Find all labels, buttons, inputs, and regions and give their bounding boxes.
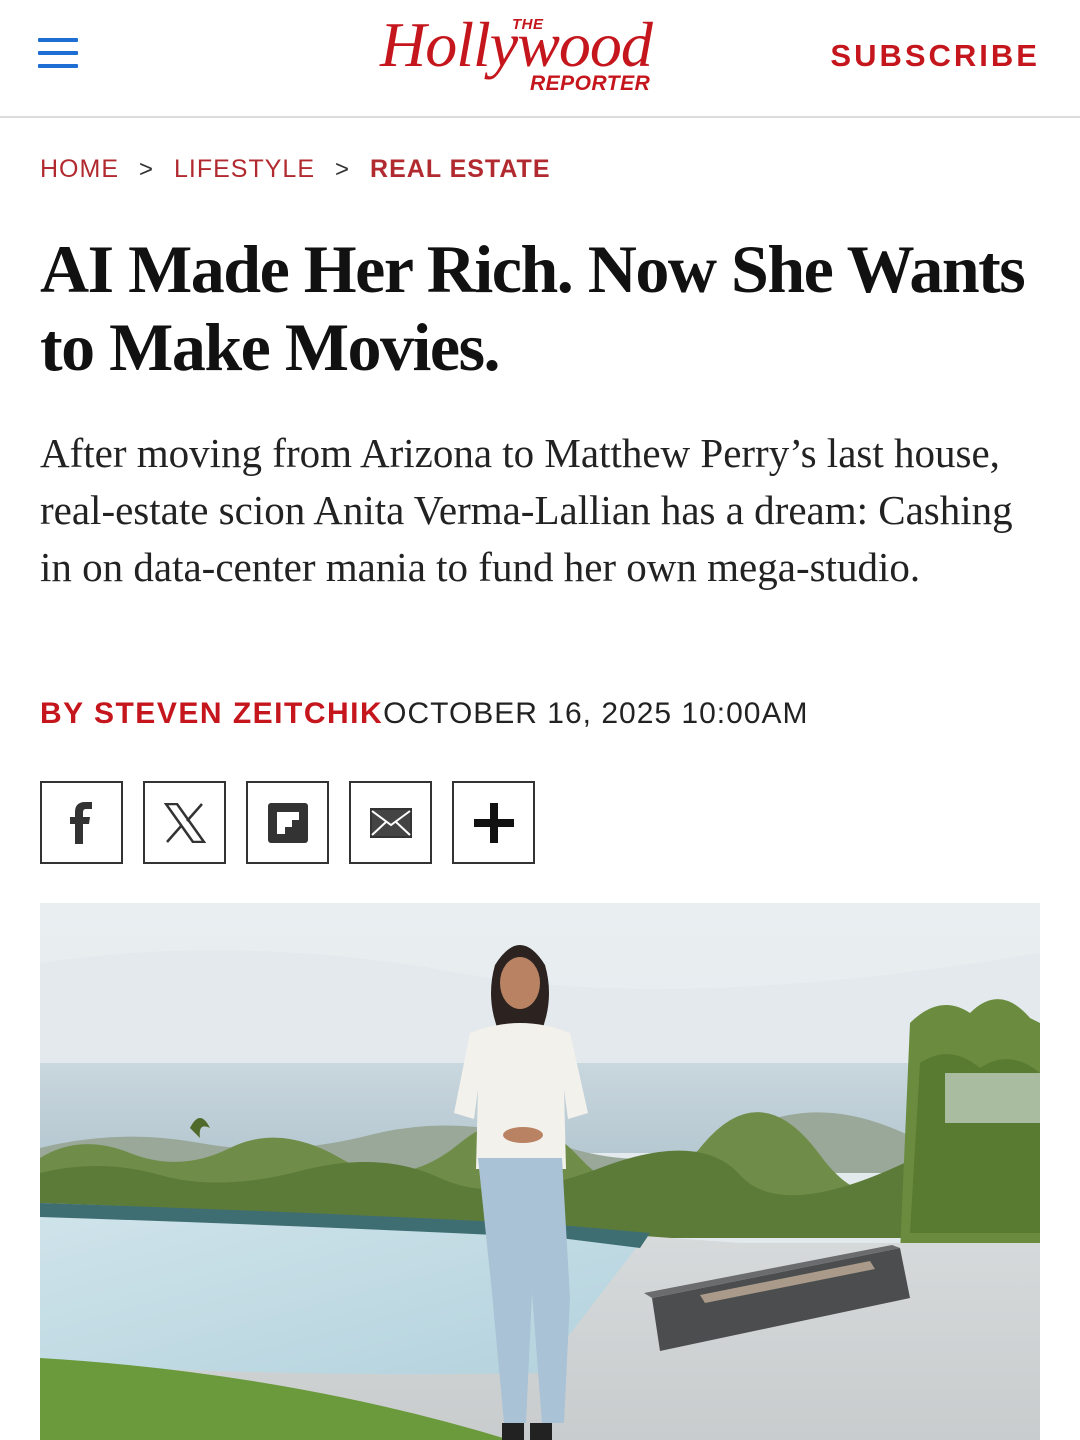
logo-the: THE xyxy=(512,16,544,33)
breadcrumb-real-estate[interactable]: REAL ESTATE xyxy=(370,155,550,184)
breadcrumb-lifestyle[interactable]: LIFESTYLE xyxy=(174,155,315,184)
plus-icon xyxy=(473,802,514,843)
breadcrumb-separator: > xyxy=(335,155,351,183)
facebook-icon xyxy=(69,801,92,844)
article-page: Hollywood THE REPORTER SUBSCRIBE HOME > … xyxy=(0,0,1080,1440)
site-logo[interactable]: Hollywood THE REPORTER xyxy=(380,10,700,100)
article-byline: BY STEVEN ZEITCHIKOCTOBER 16, 2025 10:00… xyxy=(40,697,809,731)
hamburger-menu-icon[interactable] xyxy=(38,38,80,72)
breadcrumb-home[interactable]: HOME xyxy=(40,155,119,184)
article-headline: AI Made Her Rich. Now She Wants to Make … xyxy=(40,231,1026,385)
breadcrumb: HOME > LIFESTYLE > REAL ESTATE xyxy=(40,155,551,184)
x-share-button[interactable] xyxy=(143,781,226,864)
publish-date: OCTOBER 16, 2025 10:00AM xyxy=(383,697,809,730)
more-share-button[interactable] xyxy=(452,781,535,864)
flipboard-icon xyxy=(267,802,308,843)
email-share-button[interactable] xyxy=(349,781,432,864)
author-link[interactable]: BY STEVEN ZEITCHIK xyxy=(40,697,383,730)
hero-photo[interactable] xyxy=(40,903,1040,1440)
article-dek: After moving from Arizona to Matthew Per… xyxy=(40,430,1013,590)
hero-photo-illustration xyxy=(40,903,1040,1440)
x-icon xyxy=(163,802,206,843)
logo-reporter: REPORTER xyxy=(530,72,651,95)
site-header: Hollywood THE REPORTER SUBSCRIBE xyxy=(0,0,1080,118)
flipboard-share-button[interactable] xyxy=(246,781,329,864)
breadcrumb-separator: > xyxy=(139,155,155,183)
subscribe-button[interactable]: SUBSCRIBE xyxy=(830,38,1040,74)
facebook-share-button[interactable] xyxy=(40,781,123,864)
share-bar xyxy=(40,781,535,864)
email-icon xyxy=(369,807,412,838)
